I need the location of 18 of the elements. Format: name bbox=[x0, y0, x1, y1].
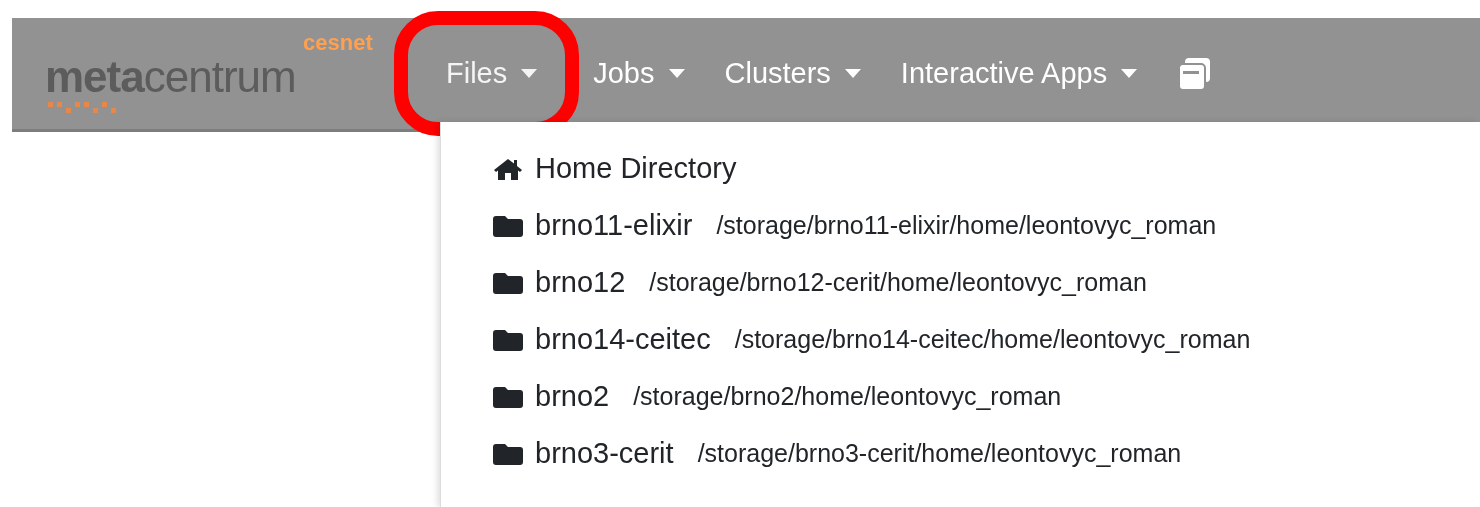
folder-icon bbox=[493, 214, 523, 237]
folder-icon bbox=[493, 385, 523, 408]
folder-icon bbox=[493, 328, 523, 351]
menu-item[interactable]: brno14-ceitec /storage/brno14-ceitec/home/leontovyc_roman bbox=[441, 323, 1480, 356]
caret-icon bbox=[521, 69, 538, 78]
menu-item[interactable]: brno12 /storage/brno12-cerit/home/leontovyc_roman bbox=[441, 266, 1480, 299]
caret-icon bbox=[844, 69, 861, 78]
windows-icon bbox=[1177, 56, 1212, 91]
menu-item[interactable]: Home Directory bbox=[441, 152, 1480, 185]
caret-icon bbox=[1121, 69, 1138, 78]
home-icon bbox=[493, 156, 523, 181]
menu-item[interactable]: brno2 /storage/brno2/home/leontovyc_roman bbox=[441, 380, 1480, 413]
caret-icon bbox=[668, 69, 685, 78]
folder-icon bbox=[493, 442, 523, 465]
logo-subtext: cesnet bbox=[303, 29, 373, 56]
menu-item[interactable]: brno3-cerit /storage/brno3-cerit/home/leontovyc_roman bbox=[441, 437, 1480, 470]
menu-item[interactable]: brno11-elixir /storage/brno11-elixir/home/leontovyc_roman bbox=[441, 209, 1480, 242]
folder-icon bbox=[493, 271, 523, 294]
